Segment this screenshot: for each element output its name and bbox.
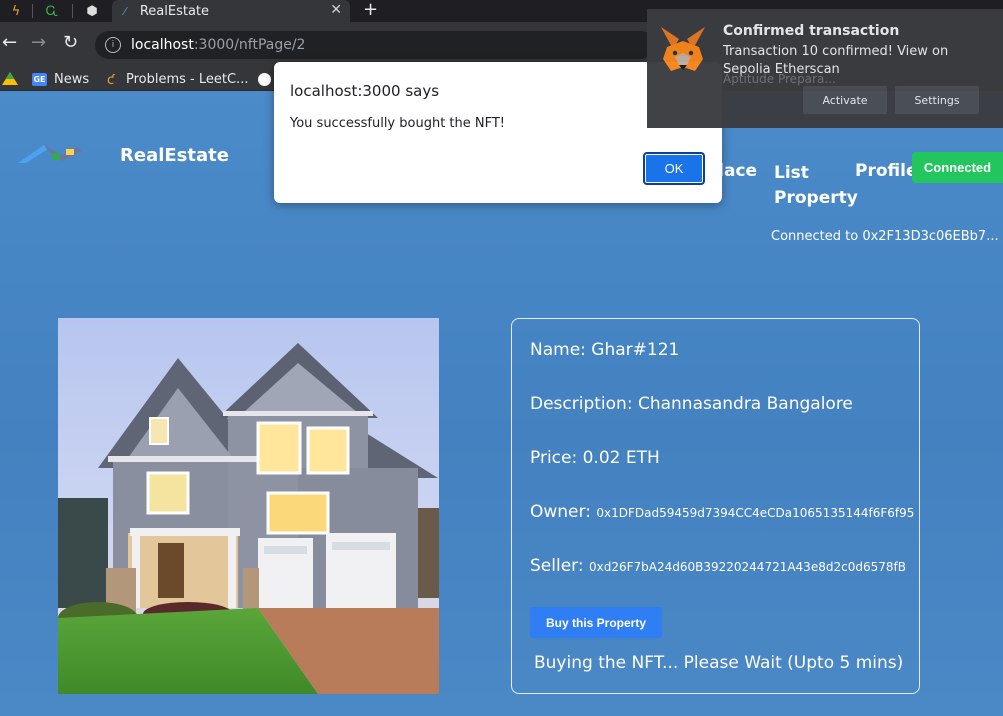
dialog-message: You successfully bought the NFT!: [290, 116, 506, 131]
news-icon: GE: [32, 72, 47, 86]
nft-price: Price: 0.02 ETH: [530, 448, 660, 468]
metamask-fox-icon: [661, 27, 705, 71]
notification-title: Confirmed transaction: [723, 23, 900, 39]
close-tab-icon[interactable]: ✕: [330, 2, 342, 18]
nft-price-value: 0.02 ETH: [582, 448, 660, 468]
dialog-title: localhost:3000 says: [290, 82, 440, 100]
bookmark-leetcode-label: Problems - LeetC...: [126, 71, 249, 87]
back-arrow-icon[interactable]: ←: [2, 32, 17, 53]
tab-title: RealEstate: [139, 3, 210, 19]
bookmark-leetcode[interactable]: ƈ Problems - LeetC...: [107, 70, 248, 88]
reload-icon[interactable]: ↻: [63, 32, 78, 53]
address-bar[interactable]: i localhost:3000/nftPage/2: [95, 31, 655, 59]
bookmark-news-label: News: [54, 71, 90, 87]
pinned-tab-1[interactable]: ϟ: [0, 0, 32, 22]
notification-background-text: Aptitude Prepara...: [723, 72, 836, 86]
nft-details-card: Name: Ghar#121 Description: Channasandra…: [511, 318, 920, 694]
nft-description-value: Channasandra Bangalore: [637, 394, 853, 414]
new-tab-icon[interactable]: +: [363, 0, 378, 20]
notification-settings-button[interactable]: Settings: [895, 86, 979, 114]
brand-title: RealEstate: [120, 145, 229, 166]
nft-seller: Seller: 0xd26F7bA24d60B39220244721A43e8d…: [530, 556, 906, 576]
url-path: :3000/nftPage/2: [193, 37, 306, 53]
leetcode-icon: ƈ: [107, 72, 115, 88]
nav-profile[interactable]: Profile: [855, 161, 917, 181]
buy-property-button[interactable]: Buy this Property: [530, 607, 662, 638]
buy-status-message: Buying the NFT... Please Wait (Upto 5 mi…: [534, 653, 904, 673]
bookmark-news[interactable]: GE News: [32, 70, 89, 88]
nft-name-value: Ghar#121: [591, 340, 680, 360]
metamask-notification[interactable]: Confirmed transaction Transaction 10 con…: [647, 9, 1003, 128]
notification-activate-button[interactable]: Activate: [803, 86, 887, 114]
nav-list-property-line2: Property: [774, 188, 858, 208]
site-info-icon[interactable]: i: [105, 37, 121, 53]
nav-list-property-line1: List: [774, 163, 809, 183]
dialog-ok-button[interactable]: OK: [643, 152, 705, 185]
bookmark-drive[interactable]: [2, 70, 18, 88]
realestate-logo-icon: [18, 145, 82, 163]
pinned-tab-2[interactable]: Ꮹ: [36, 0, 68, 22]
nft-description: Description: Channasandra Bangalore: [530, 394, 853, 414]
connected-address: Connected to 0x2F13D3c06EBb7...: [771, 229, 999, 244]
nft-owner: Owner: 0x1DFDad59459d7394CC4eCDa10651351…: [530, 502, 915, 522]
bookmark-favicon-icon: [258, 72, 271, 86]
connect-wallet-button[interactable]: Connected: [912, 152, 1003, 183]
nft-seller-value: 0xd26F7bA24d60B39220244721A43e8d2c0d6578…: [588, 560, 906, 574]
tab-realestate[interactable]: ⁄ RealEstate ✕: [112, 0, 350, 22]
nft-name: Name: Ghar#121: [530, 340, 680, 360]
nft-owner-value: 0x1DFDad59459d7394CC4eCDa1065135144f6F6f…: [596, 506, 915, 520]
pinned-tab-3[interactable]: ⬢: [76, 0, 108, 22]
forward-arrow-icon[interactable]: →: [31, 32, 46, 53]
hexagon-icon: ⬢: [86, 3, 98, 19]
nav-list-property[interactable]: List Property: [774, 161, 858, 211]
lightning-icon: ϟ: [11, 3, 21, 19]
site-favicon-icon: ⁄: [124, 4, 126, 18]
drive-icon: [2, 72, 18, 85]
property-image: [58, 318, 439, 694]
leaf-icon: Ꮹ: [45, 3, 59, 19]
url-host: localhost: [131, 37, 194, 53]
